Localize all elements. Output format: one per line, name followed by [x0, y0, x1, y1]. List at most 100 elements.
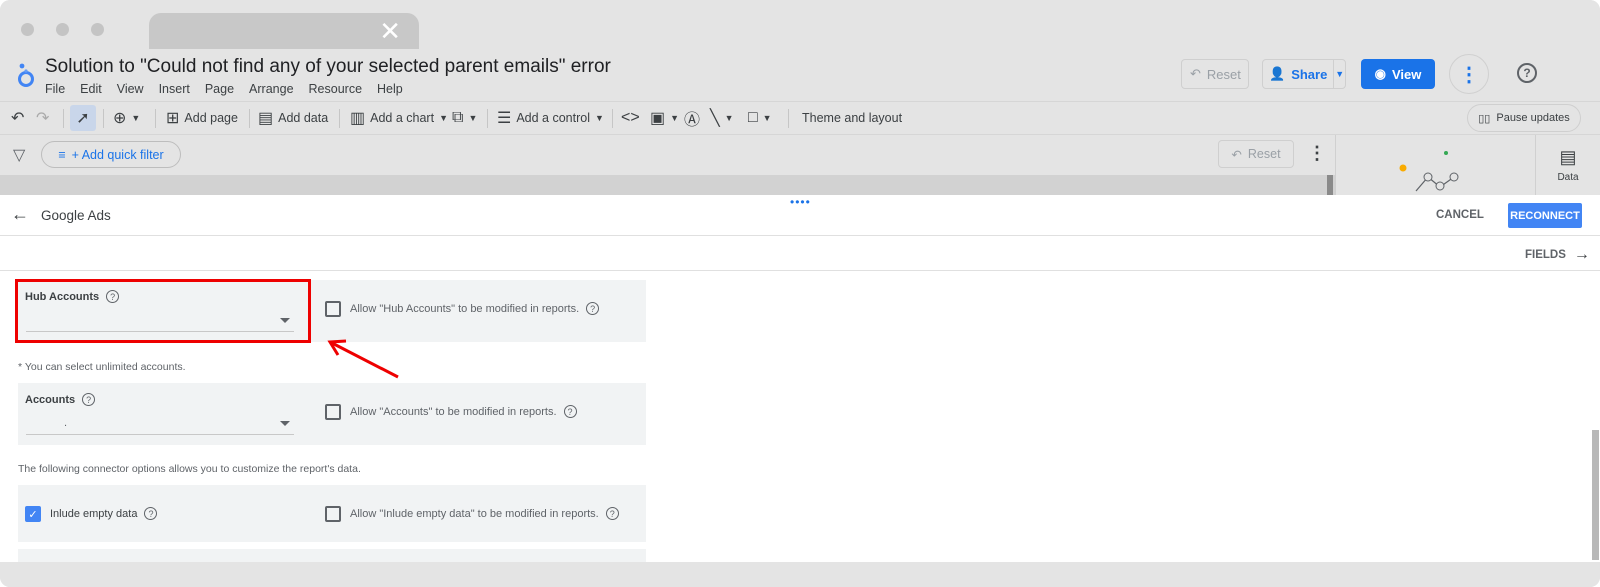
- menu-page[interactable]: Page: [205, 82, 234, 96]
- text-icon[interactable]: Ⓐ: [684, 102, 700, 134]
- allow-hub-accounts-checkbox[interactable]: [325, 301, 341, 317]
- help-icon[interactable]: ?: [586, 302, 600, 315]
- add-data-icon: ▤: [258, 110, 274, 127]
- report-title[interactable]: Solution to "Could not find any of your …: [45, 56, 611, 78]
- reconnect-button[interactable]: RECONNECT: [1508, 203, 1582, 228]
- help-icon[interactable]: ?: [1517, 63, 1537, 83]
- window-minimize-dot[interactable]: [56, 23, 69, 36]
- filter-reset-button[interactable]: ↶ Reset: [1218, 140, 1294, 168]
- browser-titlebar: ✕: [0, 0, 1600, 49]
- accounts-card: Accounts ? . Allow "Accounts" to be modi…: [18, 383, 646, 445]
- filter-lines-icon: ≡: [58, 147, 66, 162]
- cancel-button[interactable]: CANCEL: [1436, 209, 1484, 221]
- tab-close-icon[interactable]: ✕: [379, 17, 401, 45]
- menu-resource[interactable]: Resource: [309, 82, 363, 96]
- window-close-dot[interactable]: [21, 23, 34, 36]
- redo-icon[interactable]: ↷: [36, 102, 49, 134]
- add-person-icon: 👤: [1269, 66, 1286, 81]
- editor-toolbar: ↶ ↷ ➚ ⊕ ▼ ⊞ Add page ▤ Add data ▥ Add a char…: [0, 101, 1600, 135]
- dropdown-caret-icon: [280, 421, 290, 426]
- undo-icon: ↶: [1190, 66, 1201, 81]
- pause-icon: ▯▯: [1478, 112, 1491, 125]
- data-table-icon: ▤: [1559, 147, 1577, 167]
- sheet-scrollbar[interactable]: [1592, 430, 1599, 560]
- chart-preview-panel: [1335, 135, 1535, 195]
- filter-funnel-icon[interactable]: ▽: [13, 145, 25, 165]
- menu-view[interactable]: View: [117, 82, 144, 96]
- app-window: ✕ Solution to "Could not find any of you…: [0, 0, 1600, 587]
- chart-illustration-icon: [1399, 151, 1459, 192]
- connector-name: Google Ads: [41, 208, 111, 223]
- add-control-button[interactable]: ☰ Add a control ▼: [497, 102, 604, 134]
- reset-label: Reset: [1206, 66, 1241, 82]
- add-chart-label: Add a chart: [370, 111, 435, 125]
- include-empty-data-card: ✓ Inlude empty data ? Allow "Inlude empt…: [18, 485, 646, 542]
- window-bottom-bar: [0, 562, 1600, 587]
- accounts-dropdown[interactable]: .: [26, 411, 294, 435]
- control-icon: ☰: [497, 110, 512, 127]
- help-icon[interactable]: ?: [563, 405, 577, 418]
- next-option-card: [18, 549, 646, 562]
- share-label: Share: [1291, 66, 1328, 82]
- canvas-scrollbar[interactable]: [1327, 175, 1333, 195]
- select-cursor-icon[interactable]: ➚: [70, 105, 96, 131]
- window-maximize-dot[interactable]: [91, 23, 104, 36]
- pause-updates-label: Pause updates: [1496, 112, 1570, 124]
- eye-icon: ◉: [1374, 66, 1386, 81]
- community-viz-icon[interactable]: ⧉ ▼: [452, 102, 477, 134]
- allow-hub-accounts-label: Allow "Hub Accounts" to be modified in r…: [350, 302, 600, 315]
- allow-include-empty-label: Allow "Inlude empty data" to be modified…: [350, 507, 619, 520]
- line-icon[interactable]: ╲ ▼: [710, 102, 734, 134]
- undo-icon[interactable]: ↶: [11, 102, 24, 134]
- view-button[interactable]: ◉ View: [1361, 59, 1435, 89]
- data-panel-tab[interactable]: ▤ Data: [1535, 135, 1600, 195]
- add-quick-filter-button[interactable]: ≡ + Add quick filter: [41, 141, 181, 168]
- add-quick-filter-label: + Add quick filter: [71, 147, 164, 162]
- reset-button[interactable]: ↶ Reset: [1181, 59, 1249, 89]
- share-button[interactable]: 👤 Share ▼: [1262, 59, 1346, 89]
- arrow-right-icon: →: [1573, 246, 1590, 263]
- browser-tab[interactable]: ✕: [149, 13, 419, 49]
- allow-include-empty-checkbox[interactable]: [325, 506, 341, 522]
- filter-more-icon[interactable]: ⋮: [1308, 143, 1326, 164]
- include-empty-data-checkbox[interactable]: ✓: [25, 506, 41, 522]
- help-icon[interactable]: ?: [82, 393, 96, 406]
- accounts-label: Accounts ?: [25, 393, 96, 406]
- connector-options-note: The following connector options allows y…: [18, 463, 361, 475]
- add-data-button[interactable]: ▤ Add data: [258, 102, 328, 134]
- fields-button[interactable]: FIELDS →: [1525, 246, 1590, 264]
- zoom-icon[interactable]: ⊕ ▼: [113, 102, 140, 134]
- embed-code-icon[interactable]: <>: [621, 102, 640, 134]
- fields-bar: FIELDS →: [0, 236, 1600, 271]
- more-options-icon[interactable]: ⋮: [1449, 54, 1489, 94]
- data-tab-label: Data: [1557, 172, 1579, 183]
- shape-icon[interactable]: □ ▼: [748, 102, 772, 134]
- annotation-arrow-icon: [327, 339, 399, 379]
- image-icon[interactable]: ▣ ▼: [650, 102, 679, 134]
- menu-insert[interactable]: Insert: [159, 82, 190, 96]
- add-page-label: Add page: [184, 111, 238, 125]
- view-label: View: [1391, 66, 1422, 82]
- theme-layout-button[interactable]: Theme and layout: [802, 102, 902, 134]
- fields-label: FIELDS: [1525, 249, 1566, 261]
- report-canvas: [0, 175, 1335, 195]
- add-page-button[interactable]: ⊞ Add page: [166, 102, 238, 134]
- back-arrow-icon[interactable]: ←: [11, 204, 29, 225]
- menu-help[interactable]: Help: [377, 82, 403, 96]
- help-icon[interactable]: ?: [605, 507, 619, 520]
- filter-bar: ▽ ≡ + Add quick filter ↶ Reset ⋮: [0, 135, 1335, 175]
- menu-arrange[interactable]: Arrange: [249, 82, 293, 96]
- help-icon[interactable]: ?: [144, 507, 158, 520]
- menu-bar: File Edit View Insert Page Arrange Resou…: [45, 82, 418, 96]
- share-dropdown-icon[interactable]: ▼: [1333, 60, 1345, 88]
- allow-accounts-checkbox[interactable]: [325, 404, 341, 420]
- looker-studio-logo-icon: [18, 63, 34, 87]
- pause-updates-button[interactable]: ▯▯ Pause updates: [1467, 104, 1581, 132]
- include-empty-data-label: Inlude empty data ?: [50, 507, 158, 520]
- connector-settings-sheet: •••• ← Google Ads CANCEL RECONNECT FIELD…: [0, 195, 1600, 562]
- add-page-icon: ⊞: [166, 110, 180, 127]
- add-control-label: Add a control: [516, 111, 591, 125]
- add-chart-button[interactable]: ▥ Add a chart ▼: [350, 102, 448, 134]
- menu-edit[interactable]: Edit: [80, 82, 102, 96]
- menu-file[interactable]: File: [45, 82, 65, 96]
